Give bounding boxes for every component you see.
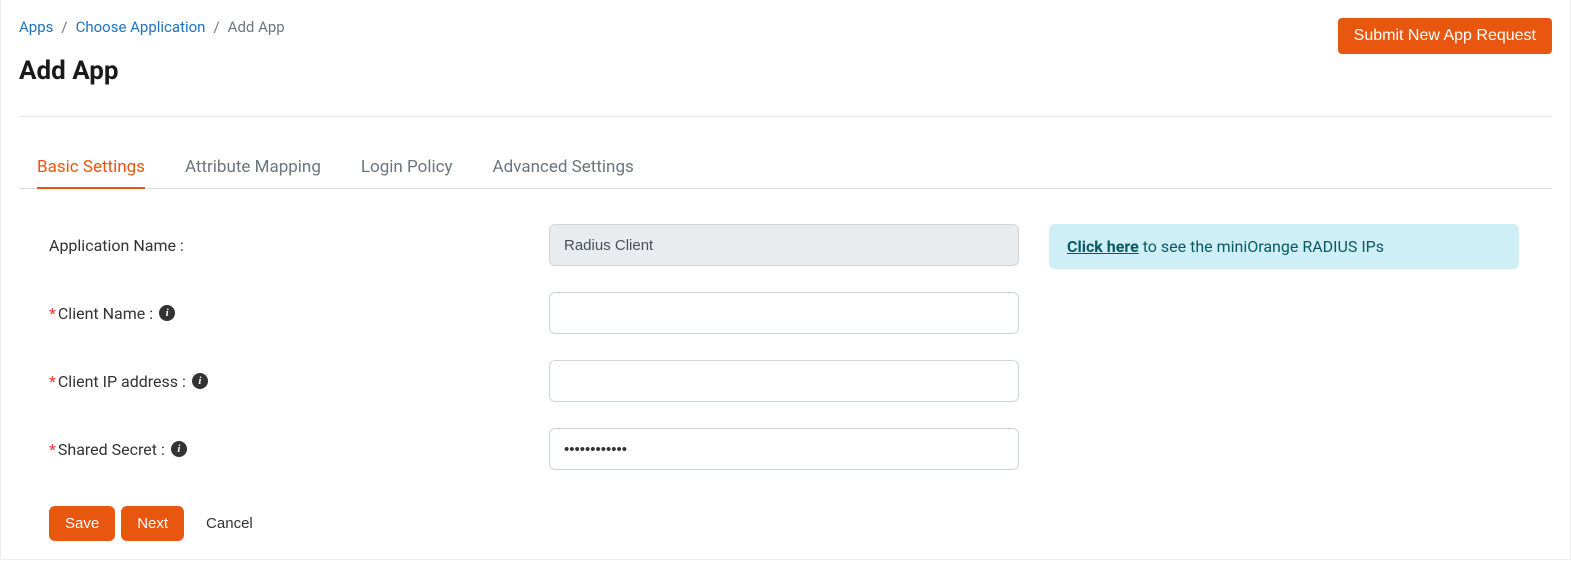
input-shared-secret[interactable] [549, 428, 1019, 470]
info-icon[interactable]: i [171, 441, 187, 457]
label-text: Client IP address : [58, 372, 186, 391]
submit-new-app-button[interactable]: Submit New App Request [1338, 18, 1552, 54]
next-button[interactable]: Next [121, 506, 184, 541]
form-and-info: Application Name : * Client Name : i * C… [19, 224, 1552, 496]
save-button[interactable]: Save [49, 506, 115, 541]
input-client-name[interactable] [549, 292, 1019, 334]
breadcrumb: Apps / Choose Application / Add App [19, 18, 285, 36]
breadcrumb-apps[interactable]: Apps [19, 18, 53, 36]
row-shared-secret: * Shared Secret : i [49, 428, 1019, 470]
label-text: Client Name : [58, 304, 153, 323]
label-application-name: Application Name : [49, 236, 549, 255]
required-marker: * [49, 304, 56, 323]
tab-advanced-settings[interactable]: Advanced Settings [493, 147, 634, 189]
input-application-name [549, 224, 1019, 266]
breadcrumb-title-wrap: Apps / Choose Application / Add App Add … [19, 18, 285, 116]
label-client-ip: * Client IP address : i [49, 372, 549, 391]
button-row: Save Next Cancel [19, 506, 1552, 541]
tab-basic-settings[interactable]: Basic Settings [37, 147, 145, 189]
row-client-name: * Client Name : i [49, 292, 1019, 334]
breadcrumb-sep: / [61, 18, 67, 36]
tab-login-policy[interactable]: Login Policy [361, 147, 453, 189]
divider [19, 116, 1552, 117]
tabs: Basic Settings Attribute Mapping Login P… [19, 147, 1552, 189]
top-row: Apps / Choose Application / Add App Add … [19, 18, 1552, 116]
breadcrumb-current: Add App [228, 18, 285, 36]
label-shared-secret: * Shared Secret : i [49, 440, 549, 459]
form-area: Application Name : * Client Name : i * C… [19, 224, 1019, 496]
input-client-ip[interactable] [549, 360, 1019, 402]
breadcrumb-sep: / [213, 18, 219, 36]
radius-ips-info: Click here to see the miniOrange RADIUS … [1049, 224, 1519, 269]
cancel-button[interactable]: Cancel [190, 506, 269, 541]
required-marker: * [49, 440, 56, 459]
page-title: Add App [19, 56, 285, 86]
info-icon[interactable]: i [159, 305, 175, 321]
label-client-name: * Client Name : i [49, 304, 549, 323]
row-application-name: Application Name : [49, 224, 1019, 266]
required-marker: * [49, 372, 56, 391]
row-client-ip: * Client IP address : i [49, 360, 1019, 402]
label-text: Application Name : [49, 236, 184, 255]
info-text: to see the miniOrange RADIUS IPs [1139, 237, 1384, 256]
label-text: Shared Secret : [58, 440, 165, 459]
click-here-link[interactable]: Click here [1067, 237, 1139, 256]
tab-attribute-mapping[interactable]: Attribute Mapping [185, 147, 321, 189]
info-icon[interactable]: i [192, 373, 208, 389]
page-container: Apps / Choose Application / Add App Add … [0, 0, 1571, 560]
breadcrumb-choose[interactable]: Choose Application [76, 18, 206, 36]
